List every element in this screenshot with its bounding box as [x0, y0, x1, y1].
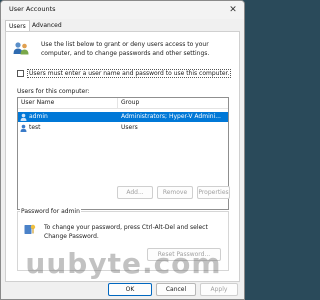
- table-row-admin[interactable]: admin Administrators; Hyper-V Admini...: [18, 112, 228, 122]
- intro-text: Use the list below to grant or deny user…: [41, 41, 210, 57]
- password-instructions: To change your password, press Ctrl-Alt-…: [44, 224, 208, 240]
- title-bar: User Accounts ✕: [1, 1, 244, 19]
- users-list-label: Users for this computer:: [17, 88, 90, 95]
- ok-button[interactable]: OK: [108, 283, 152, 296]
- require-login-label[interactable]: Users must enter a user name and passwor…: [27, 69, 232, 78]
- users-icon: [13, 42, 29, 55]
- close-icon[interactable]: ✕: [226, 3, 240, 17]
- user-name-cell: admin: [29, 113, 48, 120]
- group-cell: Users: [121, 124, 138, 131]
- column-header-group[interactable]: Group: [121, 99, 139, 106]
- password-group-title: Password for admin: [20, 208, 81, 215]
- watermark-text: uubyte.com: [25, 247, 222, 280]
- window-title: User Accounts: [9, 5, 56, 13]
- remove-user-button[interactable]: Remove: [157, 186, 193, 199]
- properties-button[interactable]: Properties: [197, 186, 230, 199]
- column-header-user-name[interactable]: User Name: [21, 99, 54, 106]
- column-separator[interactable]: [117, 98, 118, 108]
- user-icon: [20, 113, 27, 121]
- cancel-button[interactable]: Cancel: [156, 283, 196, 296]
- list-header: User Name Group: [18, 98, 228, 109]
- apply-button[interactable]: Apply: [200, 283, 238, 296]
- add-user-button[interactable]: Add...: [117, 186, 153, 199]
- require-login-checkbox[interactable]: [17, 70, 24, 77]
- user-accounts-window: User Accounts ✕ Users Advanced Use the l…: [0, 0, 245, 300]
- user-name-cell: test: [29, 124, 41, 131]
- tab-advanced[interactable]: Advanced: [29, 20, 65, 31]
- group-cell: Administrators; Hyper-V Admini...: [121, 113, 221, 120]
- user-icon: [20, 124, 27, 132]
- key-icon: [24, 224, 36, 234]
- table-row-test[interactable]: test Users: [18, 123, 228, 133]
